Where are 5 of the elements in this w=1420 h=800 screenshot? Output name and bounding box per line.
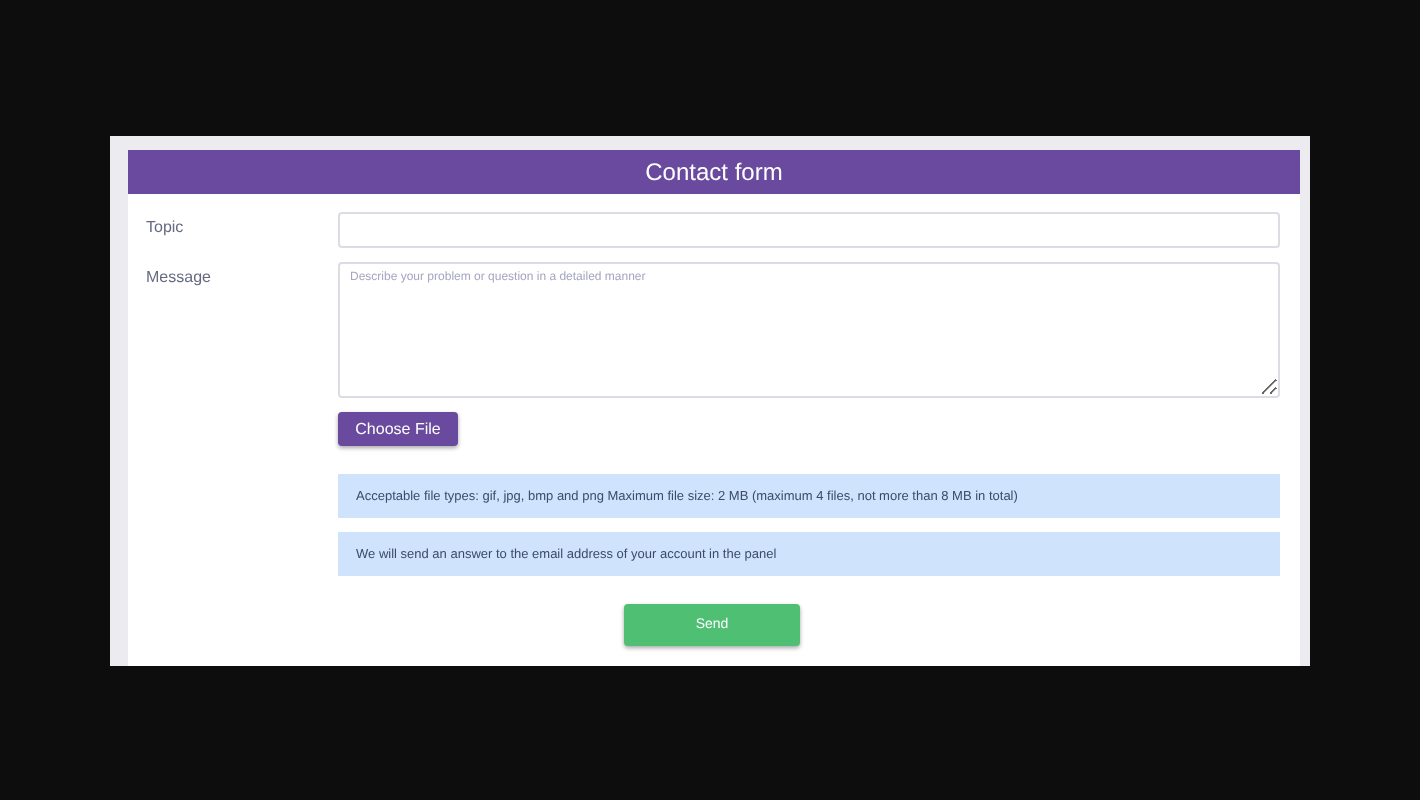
choose-file-button[interactable]: Choose File <box>338 412 458 446</box>
field-label: Message <box>146 266 213 286</box>
field-label: Topic <box>146 216 186 236</box>
form-title: Contact form <box>645 158 783 186</box>
topic-field[interactable] <box>338 212 1280 248</box>
